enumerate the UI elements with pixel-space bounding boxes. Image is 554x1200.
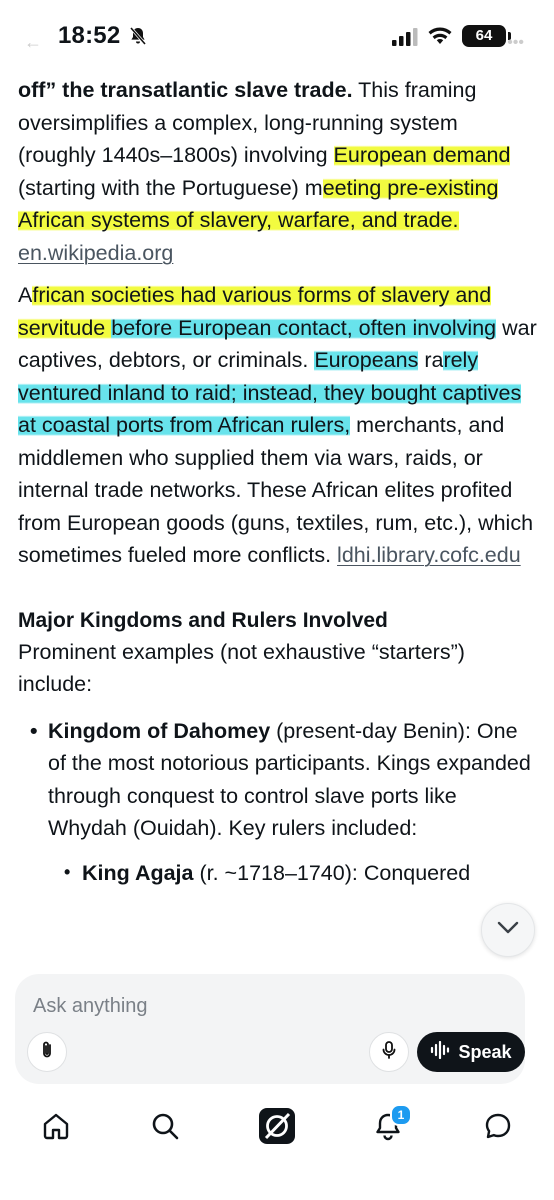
- cellular-signal-icon: [392, 28, 418, 51]
- waveform-icon: [430, 1040, 450, 1064]
- nav-home[interactable]: [34, 1106, 78, 1150]
- wifi-icon: [428, 26, 452, 51]
- bold-lead: off” the transatlantic slave trade.: [18, 78, 353, 102]
- text-run: A: [18, 283, 33, 307]
- response-content: off” the transatlantic slave trade. This…: [18, 74, 538, 889]
- source-link-wikipedia[interactable]: en.wikipedia.org: [18, 241, 173, 265]
- list-item-text: (r. ~1718–1740): Conquered: [193, 860, 471, 885]
- status-time: 18:52: [58, 22, 121, 49]
- paperclip-icon: [38, 1040, 56, 1065]
- attach-button[interactable]: [27, 1032, 67, 1072]
- nav-messages[interactable]: [476, 1106, 520, 1150]
- source-link-cofc[interactable]: ldhi.library.cofc.edu: [337, 543, 521, 567]
- scroll-to-bottom-button[interactable]: [481, 903, 535, 957]
- nav-search[interactable]: [143, 1106, 187, 1150]
- chevron-down-icon: [497, 921, 519, 940]
- ruler-list: King Agaja (r. ~1718–1740): Conquered: [48, 856, 538, 890]
- section-heading: Major Kingdoms and Rulers Involved: [18, 608, 388, 632]
- speak-button[interactable]: Speak: [417, 1032, 525, 1072]
- text-run: ra: [418, 348, 444, 372]
- list-item: Kingdom of Dahomey (present-day Benin): …: [30, 715, 538, 890]
- paragraph-framing: off” the transatlantic slave trade. This…: [18, 74, 538, 269]
- notification-badge: 1: [390, 1104, 412, 1126]
- composer: Speak: [15, 974, 525, 1084]
- kingdom-list: Kingdom of Dahomey (present-day Benin): …: [18, 715, 538, 890]
- ask-input[interactable]: [31, 990, 415, 1022]
- bottom-nav: 1: [0, 1094, 554, 1164]
- list-item-title: King Agaja: [82, 860, 194, 885]
- home-icon: [41, 1111, 71, 1146]
- highlight-yellow: European demand: [333, 143, 511, 167]
- more-options-icon: •••: [507, 34, 524, 51]
- speak-label: Speak: [458, 1041, 512, 1062]
- list-item-title: Kingdom of Dahomey: [48, 718, 271, 743]
- highlight-yellow: ude: [69, 315, 112, 340]
- paragraph-intro: Prominent examples (not exhaustive “star…: [18, 639, 465, 697]
- highlight-cyan: before European contact, often involving: [111, 315, 497, 340]
- battery-indicator: 64: [462, 25, 506, 47]
- paragraph-african-societies: African societies had various forms of s…: [18, 279, 538, 572]
- back-arrow-icon: ←: [24, 32, 42, 52]
- text-run: (starting with the Portuguese) m: [18, 175, 323, 200]
- search-icon: [150, 1111, 180, 1146]
- nav-grok[interactable]: [255, 1106, 299, 1150]
- grok-logo-icon: [257, 1106, 297, 1151]
- microphone-button[interactable]: [369, 1032, 409, 1072]
- status-bar: ← 18:52 64 •••: [0, 0, 554, 74]
- highlight-cyan: Europeans: [314, 348, 419, 372]
- nav-notifications[interactable]: 1: [366, 1104, 412, 1150]
- chat-bubble-icon: [483, 1111, 513, 1146]
- bell-muted-icon: [128, 26, 148, 51]
- microphone-icon: [380, 1040, 398, 1065]
- list-item: King Agaja (r. ~1718–1740): Conquered: [64, 856, 538, 890]
